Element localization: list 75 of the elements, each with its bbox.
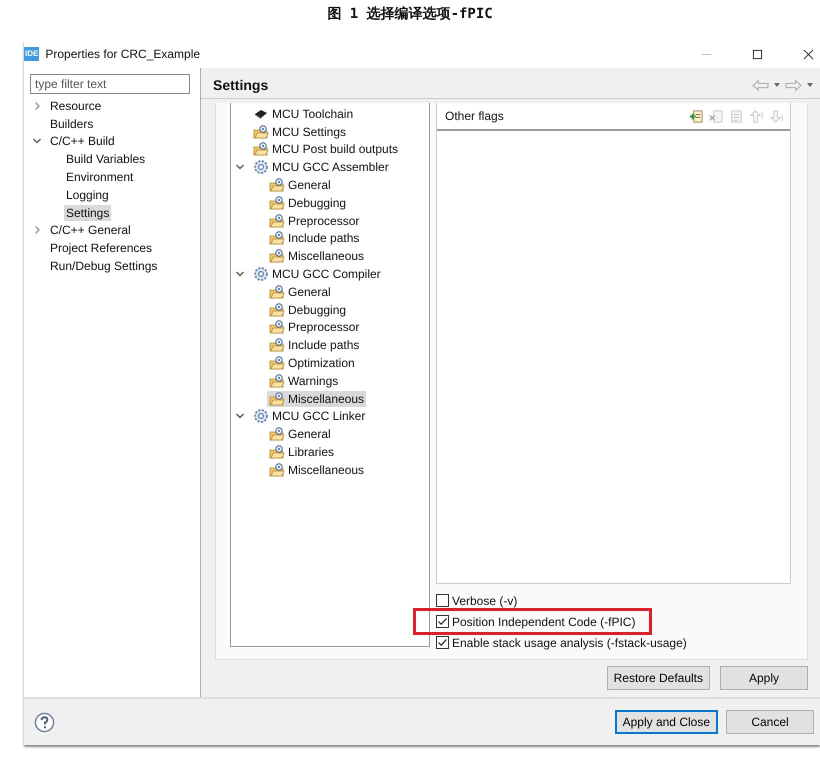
tree-item[interactable]: Miscellaneous [267, 248, 366, 264]
checkbox[interactable] [436, 636, 449, 649]
nav-item[interactable]: Settings [64, 204, 112, 221]
filter-field[interactable]: type filter text [30, 74, 190, 94]
window-title: Properties for CRC_Example [45, 47, 200, 61]
folder-gear-icon [269, 444, 285, 460]
tree-item[interactable]: Debugging [267, 302, 348, 318]
tree-item[interactable]: Include paths [267, 230, 362, 246]
help-icon[interactable] [34, 712, 55, 732]
checkbox-label: Position Independent Code (-fPIC) [452, 614, 636, 628]
dropdown-icon[interactable] [806, 81, 814, 89]
tree-item[interactable]: MCU Settings [251, 124, 348, 140]
tree-item[interactable]: Preprocessor [267, 319, 362, 336]
dropdown-icon[interactable] [773, 81, 781, 89]
add-icon[interactable] [689, 108, 704, 124]
checkbox-label: Enable stack usage analysis (-fstack-usage) [452, 636, 687, 650]
folder-gear-icon [269, 284, 285, 300]
folder-gear-icon [253, 141, 269, 158]
tree-item[interactable]: Include paths [267, 337, 362, 354]
tree-item[interactable]: Debugging [267, 194, 348, 211]
nav-item[interactable]: Builders [48, 116, 96, 132]
nav-item[interactable]: C/C++ General [48, 222, 133, 238]
folder-gear-icon [269, 248, 285, 264]
tree-item[interactable]: MCU GCC Assembler [251, 159, 391, 176]
tree-item[interactable]: MCU Toolchain [251, 106, 356, 122]
folder-gear-icon [253, 124, 269, 140]
gear-icon [253, 266, 269, 282]
page-button[interactable]: Apply [720, 666, 808, 690]
folder-gear-icon [269, 230, 285, 246]
gear-icon [253, 159, 269, 176]
app-logo: IDE [24, 47, 40, 61]
dialog-button[interactable]: Apply and Close [614, 710, 718, 734]
folder-gear-icon [269, 426, 285, 442]
close-icon[interactable] [803, 48, 814, 60]
nav-item[interactable]: Environment [64, 169, 136, 186]
nav-item[interactable]: Run/Debug Settings [48, 258, 160, 274]
nav-item[interactable]: Logging [64, 186, 111, 203]
collapse-chevron-icon[interactable] [32, 225, 42, 236]
list-title: Other flags [445, 109, 504, 123]
folder-gear-icon [269, 462, 285, 478]
folder-gear-icon [269, 372, 285, 389]
folder-gear-icon [269, 212, 285, 229]
folder-gear-icon [269, 302, 285, 318]
nav-item[interactable]: Project References [48, 240, 154, 256]
tree-item[interactable]: MCU Post build outputs [251, 141, 400, 158]
tree-item[interactable]: Miscellaneous [267, 390, 366, 407]
nav-item[interactable]: Build Variables [64, 151, 148, 168]
tree-item[interactable]: Preprocessor [267, 212, 362, 229]
folder-gear-icon [269, 177, 285, 194]
maximize-icon[interactable] [752, 48, 763, 60]
folder-gear-icon [269, 355, 285, 372]
checkbox[interactable] [436, 594, 449, 607]
page-button[interactable]: Restore Defaults [606, 666, 710, 690]
tree-item[interactable]: Optimization [267, 355, 357, 372]
tree-item[interactable]: General [267, 177, 333, 194]
nav-item[interactable]: Resource [48, 98, 104, 114]
dialog-button[interactable]: Cancel [726, 710, 814, 734]
tree-item[interactable]: Warnings [267, 372, 340, 389]
page-title: Settings [213, 77, 268, 93]
figure-caption: 图 1 选择编译选项-fPIC [326, 5, 494, 24]
tree-item[interactable]: Libraries [267, 444, 336, 460]
folder-gear-icon [269, 194, 285, 211]
nav-item[interactable]: C/C++ Build [48, 133, 117, 150]
tree-item[interactable]: MCU GCC Compiler [251, 266, 383, 282]
folder-gear-icon [269, 319, 285, 336]
folder-gear-icon [269, 390, 285, 407]
tree-item[interactable]: Miscellaneous [267, 462, 366, 478]
checkbox-label: Verbose (-v) [452, 594, 518, 608]
tree-item[interactable]: General [267, 426, 333, 442]
collapse-chevron-icon[interactable] [32, 100, 42, 111]
folder-gear-icon [269, 337, 285, 354]
tree-item[interactable]: General [267, 284, 333, 300]
gear-icon [253, 408, 269, 424]
tree-item[interactable]: MCU GCC Linker [251, 408, 368, 424]
checkbox[interactable] [436, 615, 449, 628]
